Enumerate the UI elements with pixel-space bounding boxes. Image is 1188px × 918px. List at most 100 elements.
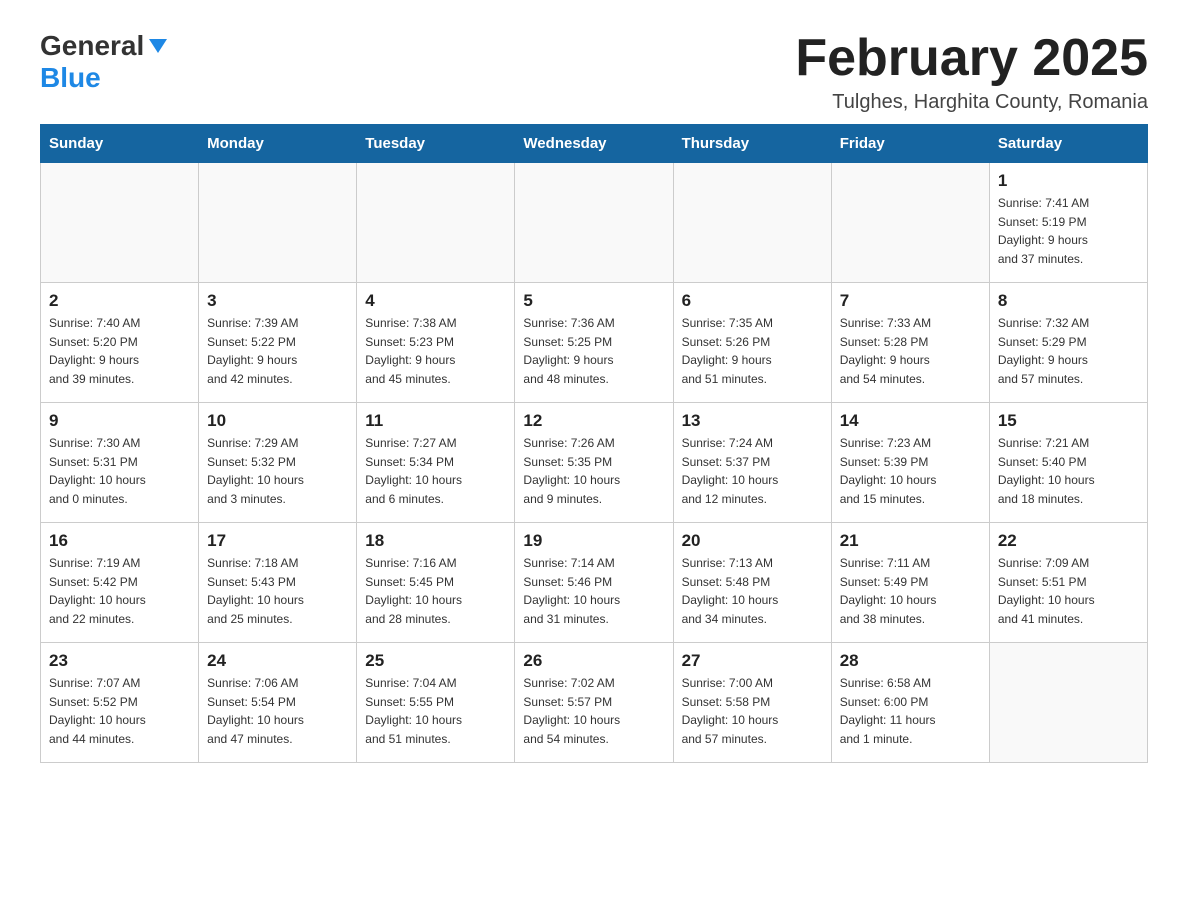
calendar-cell: [357, 163, 515, 283]
page-header: General Blue February 2025 Tulghes, Harg…: [40, 30, 1148, 114]
calendar-week-4: 16Sunrise: 7:19 AMSunset: 5:42 PMDayligh…: [41, 523, 1148, 643]
col-thursday: Thursday: [673, 125, 831, 163]
calendar-week-2: 2 Sunrise: 7:40 AMSunset: 5:20 PMDaylight…: [41, 283, 1148, 403]
day-number: 12: [523, 411, 664, 431]
logo-arrow-icon: [147, 37, 169, 55]
calendar-header-row: Sunday Monday Tuesday Wednesday Thursday…: [41, 125, 1148, 163]
day-number: 6: [682, 291, 823, 311]
day-number: 11: [365, 411, 506, 431]
day-number: 26: [523, 651, 664, 671]
day-number: 13: [682, 411, 823, 431]
calendar-cell: [41, 163, 199, 283]
day-info: Sunrise: 7:29 AMSunset: 5:32 PMDaylight:…: [207, 434, 348, 508]
day-info: Sunrise: 7:00 AMSunset: 5:58 PMDaylight:…: [682, 674, 823, 748]
day-number: 22: [998, 531, 1139, 551]
col-friday: Friday: [831, 125, 989, 163]
day-number: 27: [682, 651, 823, 671]
day-number: 28: [840, 651, 981, 671]
day-number: 9: [49, 411, 190, 431]
logo-blue-text: Blue: [40, 62, 101, 93]
day-number: 21: [840, 531, 981, 551]
calendar-cell: 7 Sunrise: 7:33 AMSunset: 5:28 PMDaylight…: [831, 283, 989, 403]
calendar-cell: [199, 163, 357, 283]
col-wednesday: Wednesday: [515, 125, 673, 163]
day-number: 23: [49, 651, 190, 671]
calendar-cell: 5Sunrise: 7:36 AMSunset: 5:25 PMDaylight…: [515, 283, 673, 403]
calendar-cell: 20Sunrise: 7:13 AMSunset: 5:48 PMDayligh…: [673, 523, 831, 643]
day-info: Sunrise: 7:16 AMSunset: 5:45 PMDaylight:…: [365, 554, 506, 628]
calendar-cell: 14 Sunrise: 7:23 AMSunset: 5:39 PMDayligh…: [831, 403, 989, 523]
day-info: Sunrise: 7:07 AMSunset: 5:52 PMDaylight:…: [49, 674, 190, 748]
calendar-cell: 10 Sunrise: 7:29 AMSunset: 5:32 PMDayligh…: [199, 403, 357, 523]
calendar-cell: 22 Sunrise: 7:09 AMSunset: 5:51 PMDayligh…: [989, 523, 1147, 643]
calendar-cell: [515, 163, 673, 283]
col-tuesday: Tuesday: [357, 125, 515, 163]
day-info: Sunrise: 7:32 AMSunset: 5:29 PMDaylight:…: [998, 314, 1139, 388]
calendar-week-3: 9 Sunrise: 7:30 AMSunset: 5:31 PMDaylight…: [41, 403, 1148, 523]
logo: General Blue: [40, 30, 169, 94]
calendar-cell: [831, 163, 989, 283]
calendar-cell: 15 Sunrise: 7:21 AMSunset: 5:40 PMDayligh…: [989, 403, 1147, 523]
calendar-cell: 17 Sunrise: 7:18 AMSunset: 5:43 PMDayligh…: [199, 523, 357, 643]
calendar-cell: 16Sunrise: 7:19 AMSunset: 5:42 PMDayligh…: [41, 523, 199, 643]
calendar-cell: 28 Sunrise: 6:58 AMSunset: 6:00 PMDayligh…: [831, 643, 989, 763]
calendar-cell: 26 Sunrise: 7:02 AMSunset: 5:57 PMDayligh…: [515, 643, 673, 763]
day-info: Sunrise: 7:04 AMSunset: 5:55 PMDaylight:…: [365, 674, 506, 748]
calendar-cell: [989, 643, 1147, 763]
day-info: Sunrise: 7:26 AMSunset: 5:35 PMDaylight:…: [523, 434, 664, 508]
title-area: February 2025 Tulghes, Harghita County, …: [795, 30, 1148, 114]
day-number: 10: [207, 411, 348, 431]
day-info: Sunrise: 7:06 AMSunset: 5:54 PMDaylight:…: [207, 674, 348, 748]
day-info: Sunrise: 7:27 AMSunset: 5:34 PMDaylight:…: [365, 434, 506, 508]
day-info: Sunrise: 7:23 AMSunset: 5:39 PMDaylight:…: [840, 434, 981, 508]
calendar-cell: 21 Sunrise: 7:11 AMSunset: 5:49 PMDayligh…: [831, 523, 989, 643]
day-info: Sunrise: 6:58 AMSunset: 6:00 PMDaylight:…: [840, 674, 981, 748]
calendar-cell: 8 Sunrise: 7:32 AMSunset: 5:29 PMDaylight…: [989, 283, 1147, 403]
calendar-table: Sunday Monday Tuesday Wednesday Thursday…: [40, 124, 1148, 763]
day-number: 7: [840, 291, 981, 311]
day-info: Sunrise: 7:19 AMSunset: 5:42 PMDaylight:…: [49, 554, 190, 628]
day-number: 5: [523, 291, 664, 311]
day-number: 18: [365, 531, 506, 551]
location-text: Tulghes, Harghita County, Romania: [795, 91, 1148, 114]
day-number: 8: [998, 291, 1139, 311]
month-title: February 2025: [795, 30, 1148, 87]
calendar-cell: 6 Sunrise: 7:35 AMSunset: 5:26 PMDaylight…: [673, 283, 831, 403]
calendar-week-5: 23 Sunrise: 7:07 AMSunset: 5:52 PMDayligh…: [41, 643, 1148, 763]
day-info: Sunrise: 7:09 AMSunset: 5:51 PMDaylight:…: [998, 554, 1139, 628]
day-info: Sunrise: 7:24 AMSunset: 5:37 PMDaylight:…: [682, 434, 823, 508]
day-number: 1: [998, 171, 1139, 191]
day-info: Sunrise: 7:21 AMSunset: 5:40 PMDaylight:…: [998, 434, 1139, 508]
day-info: Sunrise: 7:02 AMSunset: 5:57 PMDaylight:…: [523, 674, 664, 748]
day-number: 19: [523, 531, 664, 551]
day-info: Sunrise: 7:33 AMSunset: 5:28 PMDaylight:…: [840, 314, 981, 388]
day-number: 25: [365, 651, 506, 671]
calendar-cell: [673, 163, 831, 283]
day-info: Sunrise: 7:40 AMSunset: 5:20 PMDaylight:…: [49, 314, 190, 388]
day-number: 17: [207, 531, 348, 551]
day-number: 15: [998, 411, 1139, 431]
day-info: Sunrise: 7:39 AMSunset: 5:22 PMDaylight:…: [207, 314, 348, 388]
day-info: Sunrise: 7:14 AMSunset: 5:46 PMDaylight:…: [523, 554, 664, 628]
calendar-cell: 23 Sunrise: 7:07 AMSunset: 5:52 PMDayligh…: [41, 643, 199, 763]
day-info: Sunrise: 7:41 AMSunset: 5:19 PMDaylight:…: [998, 194, 1139, 268]
calendar-cell: 12 Sunrise: 7:26 AMSunset: 5:35 PMDayligh…: [515, 403, 673, 523]
day-number: 2: [49, 291, 190, 311]
calendar-cell: 24Sunrise: 7:06 AMSunset: 5:54 PMDayligh…: [199, 643, 357, 763]
day-number: 14: [840, 411, 981, 431]
day-number: 3: [207, 291, 348, 311]
day-info: Sunrise: 7:30 AMSunset: 5:31 PMDaylight:…: [49, 434, 190, 508]
calendar-cell: 2 Sunrise: 7:40 AMSunset: 5:20 PMDaylight…: [41, 283, 199, 403]
logo-general-text: General: [40, 30, 144, 62]
calendar-cell: 9 Sunrise: 7:30 AMSunset: 5:31 PMDaylight…: [41, 403, 199, 523]
day-info: Sunrise: 7:11 AMSunset: 5:49 PMDaylight:…: [840, 554, 981, 628]
day-info: Sunrise: 7:18 AMSunset: 5:43 PMDaylight:…: [207, 554, 348, 628]
calendar-week-1: 1 Sunrise: 7:41 AMSunset: 5:19 PMDaylight…: [41, 163, 1148, 283]
calendar-cell: 27 Sunrise: 7:00 AMSunset: 5:58 PMDayligh…: [673, 643, 831, 763]
calendar-cell: 18 Sunrise: 7:16 AMSunset: 5:45 PMDayligh…: [357, 523, 515, 643]
day-info: Sunrise: 7:35 AMSunset: 5:26 PMDaylight:…: [682, 314, 823, 388]
calendar-cell: 19 Sunrise: 7:14 AMSunset: 5:46 PMDayligh…: [515, 523, 673, 643]
day-number: 4: [365, 291, 506, 311]
day-number: 20: [682, 531, 823, 551]
day-info: Sunrise: 7:38 AMSunset: 5:23 PMDaylight:…: [365, 314, 506, 388]
